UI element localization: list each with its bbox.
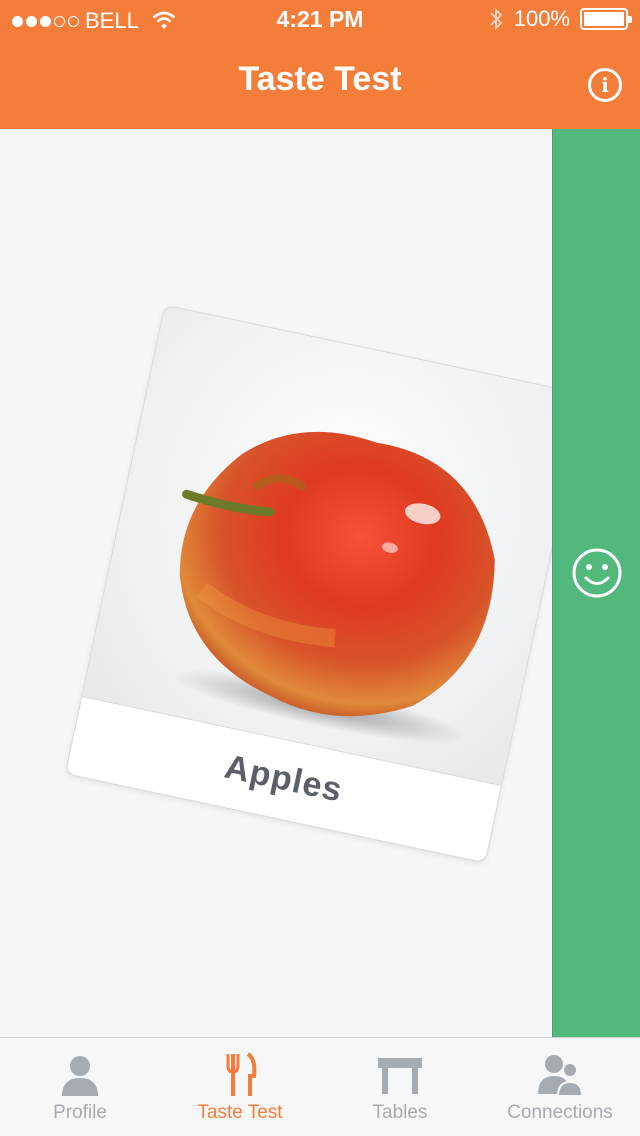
status-bar: BELL 4:21 PM 100%: [0, 0, 640, 40]
page-title: Taste Test: [238, 60, 402, 98]
app-header: BELL 4:21 PM 100% Taste Test i: [0, 0, 640, 129]
tab-profile[interactable]: Profile: [0, 1038, 160, 1136]
food-card[interactable]: Apples: [64, 304, 586, 864]
people-icon: [538, 1055, 584, 1096]
status-right: 100%: [488, 6, 632, 32]
taste-test-area: Apples: [0, 129, 640, 1037]
bluetooth-icon: [490, 7, 502, 31]
battery-icon: [580, 8, 632, 30]
tab-label: Taste Test: [197, 1102, 283, 1123]
tab-taste-test[interactable]: Taste Test: [160, 1038, 320, 1136]
tab-tables[interactable]: Tables: [320, 1038, 480, 1136]
apple-photo: [173, 431, 495, 744]
info-icon: i: [601, 73, 609, 97]
tab-connections[interactable]: Connections: [480, 1038, 640, 1136]
smile-icon: [572, 548, 622, 598]
info-button[interactable]: i: [588, 68, 622, 102]
battery-percent: 100%: [513, 6, 570, 31]
fork-knife-icon: [226, 1052, 257, 1096]
tab-label: Profile: [53, 1102, 107, 1123]
table-icon: [378, 1058, 422, 1094]
person-icon: [62, 1056, 98, 1096]
like-panel[interactable]: [552, 129, 640, 1037]
tab-bar: Profile Taste Test Tables Connections: [0, 1037, 640, 1136]
tab-label: Connections: [507, 1102, 613, 1123]
tab-label: Tables: [372, 1102, 428, 1123]
